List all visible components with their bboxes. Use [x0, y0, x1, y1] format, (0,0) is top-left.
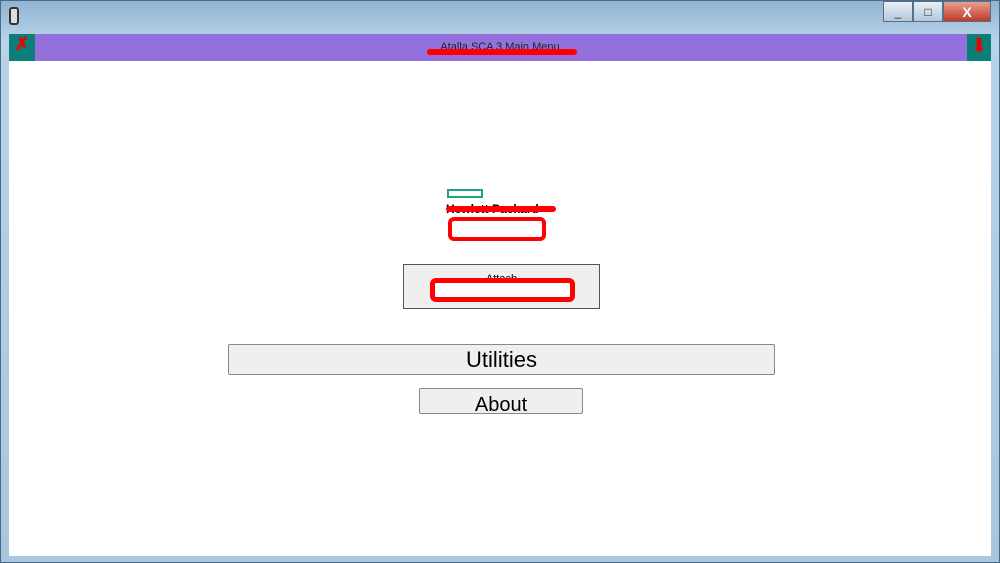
redaction-box — [430, 278, 575, 302]
redaction-box — [448, 217, 546, 241]
app-icon — [9, 7, 19, 25]
maximize-button[interactable]: □ — [913, 1, 943, 22]
window-frame: _ □ X ✗ Atalla SCA 3 Main Menu ⬇ Hewlett… — [0, 0, 1000, 563]
app-header: ✗ Atalla SCA 3 Main Menu ⬇ — [9, 34, 991, 61]
company-logo — [447, 189, 483, 198]
arrow-down-icon[interactable]: ⬇ — [967, 34, 991, 61]
close-button[interactable]: X — [943, 1, 991, 22]
redaction-mark — [446, 206, 556, 212]
redaction-mark — [427, 49, 577, 55]
utilities-button[interactable]: Utilities — [228, 344, 775, 375]
minimize-button[interactable]: _ — [883, 1, 913, 22]
app-client-area: ✗ Atalla SCA 3 Main Menu ⬇ Hewlett Packa… — [9, 34, 991, 556]
about-button[interactable]: About — [419, 388, 583, 414]
